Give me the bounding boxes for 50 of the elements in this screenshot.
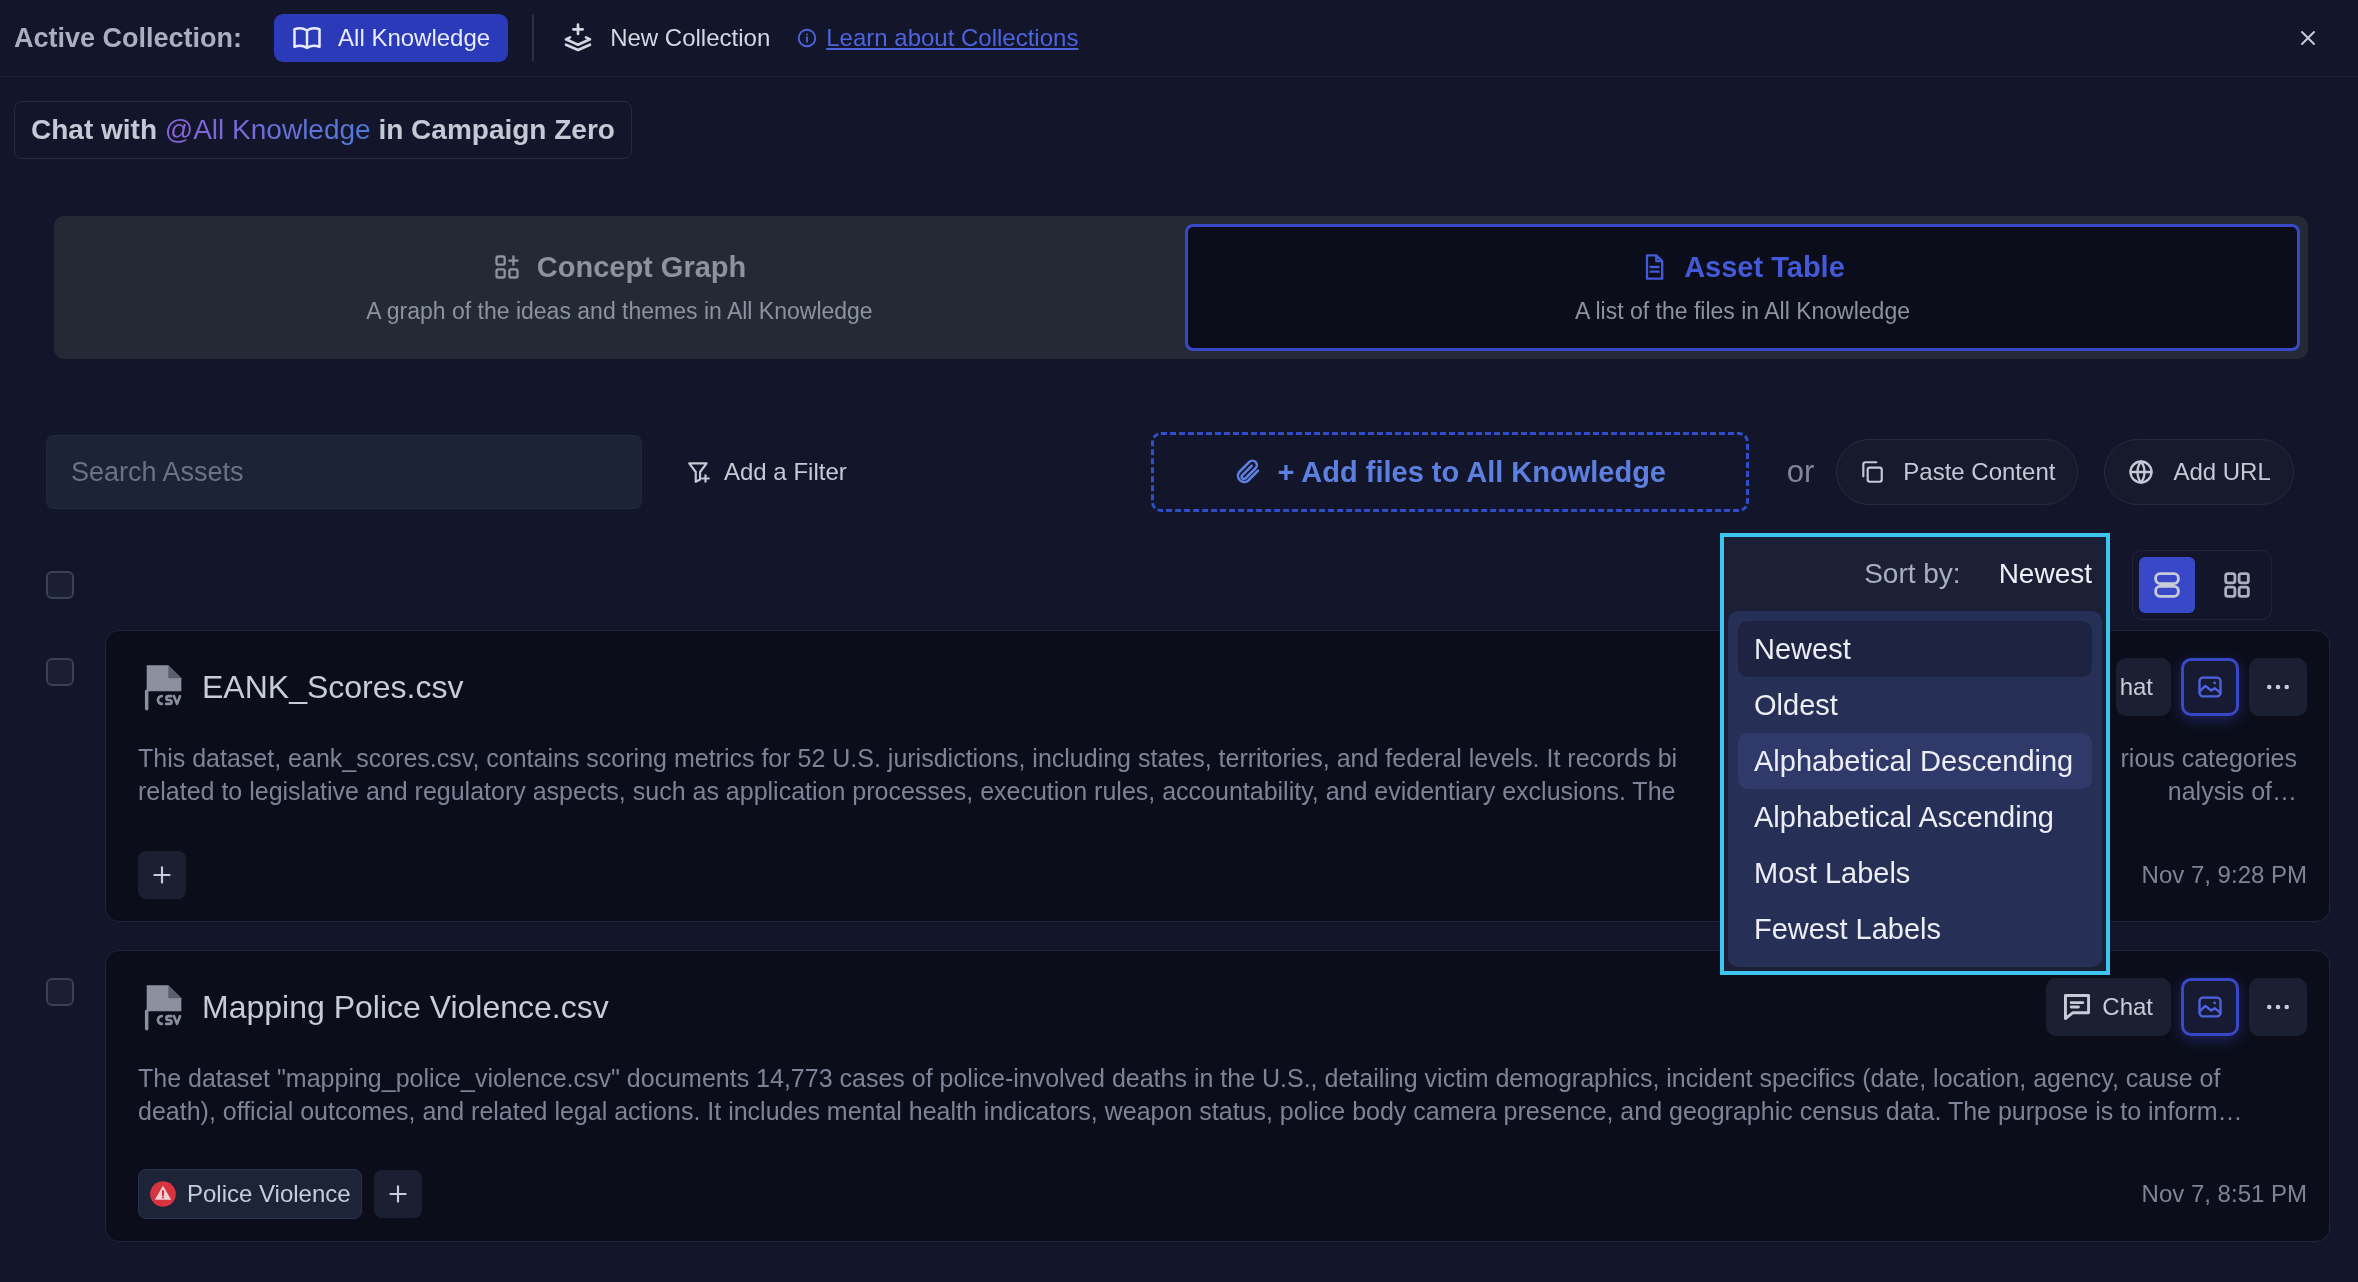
learn-link[interactable]: Learn about Collections [826, 24, 1079, 52]
description-text: The dataset "mapping_police_violence.csv" documents 14,773 cases of police-involved deaths in the U.S., detailing victim demographics, incident specifics (date, location, agency, cause of [138, 1063, 2221, 1094]
description-text: This dataset, eank_scores.csv, contains scoring metrics for 52 U.S. jurisdictions, including states, territories, and federal levels. It records bi [138, 743, 1678, 774]
asset-name: EANK_Scores.csv [202, 668, 464, 706]
more-icon [2265, 684, 2291, 690]
search-field[interactable]: Search Assets [46, 435, 642, 509]
description-text: rious categories [2120, 743, 2297, 774]
sort-option[interactable]: Oldest [1738, 677, 2092, 733]
asset-date: Nov 7, 8:51 PM [2141, 1180, 2307, 1208]
select-all-checkbox[interactable] [46, 571, 74, 599]
sort-option[interactable]: Alphabetical Descending [1738, 733, 2092, 789]
add-url-button[interactable]: Add URL [2104, 439, 2294, 505]
new-collection-button[interactable]: New Collection [558, 22, 775, 54]
sort-option[interactable]: Fewest Labels [1738, 901, 2092, 957]
chat-button[interactable]: hat [2115, 658, 2171, 716]
row-checkbox[interactable] [46, 978, 74, 1006]
sort-option[interactable]: Alphabetical Ascending [1738, 789, 2092, 845]
more-icon [2265, 1004, 2291, 1010]
filter-plus-icon [686, 459, 712, 485]
add-label-button[interactable] [373, 1170, 422, 1218]
collection-button[interactable]: All Knowledge [274, 14, 509, 62]
description-text: death), official outcomes, and related legal actions. It includes mental health indicators, weapon status, police body camera presence, and geographic census data. The purpose is to inform… [138, 1096, 2243, 1127]
active-collection-label: Active Collection: [14, 22, 243, 54]
add-files-button[interactable]: + Add files to All Knowledge [1150, 432, 1749, 512]
view-tab[interactable]: Concept Graph A graph of the ideas and themes in All Knowledge [62, 224, 1177, 351]
copy-icon [1859, 459, 1886, 485]
globe-icon [2127, 458, 2156, 486]
chat-button[interactable]: Chat [2046, 978, 2171, 1036]
view-tab[interactable]: Asset Table A list of the files in All Knowledge [1185, 224, 2300, 351]
paste-content-button[interactable]: Paste Content [1836, 439, 2079, 505]
row-checkbox[interactable] [46, 658, 74, 686]
add-label-button[interactable] [138, 851, 186, 899]
sort-value[interactable]: Newest [1998, 558, 2092, 590]
info-icon [796, 27, 819, 49]
add-filter-button[interactable]: Add a Filter [680, 457, 853, 487]
sort-label: Sort by: [1864, 558, 1961, 590]
description-text: related to legislative and regulatory aspects, such as application processes, execution rules, accountability, and evidentiary exclusions. The [138, 776, 1676, 807]
label-tag[interactable]: Police Violence [138, 1169, 362, 1219]
or-text: or [1786, 454, 1815, 490]
chat-context: Chat with @All Knowledge in Campaign Zero [14, 101, 632, 159]
preview-button[interactable] [2181, 658, 2239, 716]
asset-date: Nov 7, 9:28 PM [2141, 861, 2307, 889]
asset-name: Mapping Police Violence.csv [202, 988, 609, 1026]
sort-option[interactable]: Most Labels [1738, 845, 2092, 901]
description-text: nalysis of… [2167, 776, 2297, 807]
preview-button[interactable] [2181, 978, 2239, 1036]
chat-icon [2064, 994, 2091, 1020]
grid-plus-icon [492, 253, 521, 281]
view-mode-button[interactable] [2139, 557, 2195, 613]
sort-option[interactable]: Newest [1738, 621, 2092, 677]
